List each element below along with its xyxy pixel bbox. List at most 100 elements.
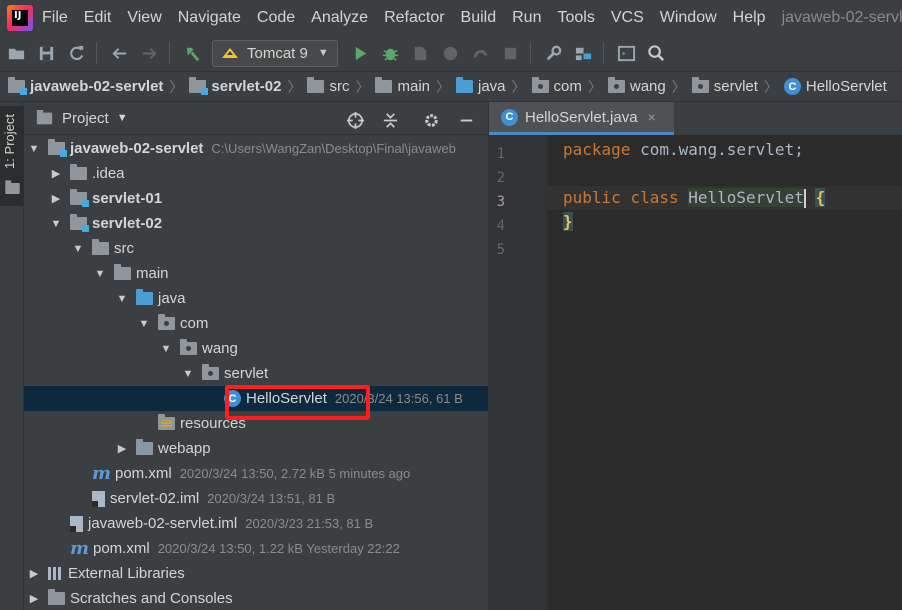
attach-icon[interactable] — [467, 40, 494, 67]
hide-minus-icon[interactable] — [453, 107, 480, 134]
menu-analyze[interactable]: Analyze — [311, 9, 368, 27]
menu-run[interactable]: Run — [512, 9, 541, 27]
menu-refactor[interactable]: Refactor — [384, 9, 444, 27]
menu-help[interactable]: Help — [733, 9, 766, 27]
tree-item[interactable]: ▼ src — [24, 236, 488, 261]
tree-node-icon-wrap: m — [70, 538, 89, 559]
menu-navigate[interactable]: Navigate — [178, 9, 241, 27]
breadcrumb-item[interactable]: java — [456, 77, 506, 95]
breadcrumb-item[interactable]: javaweb-02-servlet — [8, 77, 163, 95]
coverage-icon[interactable] — [407, 40, 434, 67]
sync-icon[interactable] — [63, 40, 90, 67]
tree-item[interactable]: m pom.xml 2020/3/24 13:50, 1.22 kB Yesterd… — [24, 536, 488, 561]
project-structure-icon[interactable] — [570, 40, 597, 67]
code-line[interactable] — [547, 162, 902, 186]
tree-node-icon-wrap — [136, 439, 153, 455]
close-icon[interactable]: × — [648, 109, 656, 125]
code-line[interactable]: } — [547, 210, 902, 234]
expand-down-icon[interactable]: ▼ — [116, 293, 128, 305]
save-icon[interactable] — [33, 40, 60, 67]
code-token: package — [563, 140, 631, 159]
breadcrumb-item[interactable]: com — [531, 77, 582, 95]
locate-target-icon[interactable] — [342, 107, 369, 134]
class-icon: C — [501, 108, 518, 126]
expand-right-icon[interactable]: ▶ — [28, 567, 40, 580]
breadcrumb-item[interactable]: src — [307, 77, 349, 95]
menu-build[interactable]: Build — [461, 9, 497, 27]
menu-tools[interactable]: Tools — [557, 9, 594, 27]
breadcrumb-separator: 〉 — [287, 78, 302, 95]
breadcrumb-item[interactable]: servlet-02 — [189, 77, 281, 95]
tree-item[interactable]: ▼ com — [24, 311, 488, 336]
breadcrumb-item[interactable]: wang — [607, 77, 666, 95]
breadcrumb-item[interactable]: C HelloServlet — [783, 78, 887, 95]
tree-item[interactable]: javaweb-02-servlet.iml 2020/3/23 21:53, 8… — [24, 511, 488, 536]
code-line[interactable]: public class HelloServlet { — [547, 186, 902, 210]
tree-item[interactable]: ▶ webapp — [24, 436, 488, 461]
menu-view[interactable]: View — [127, 9, 161, 27]
profile-icon[interactable] — [437, 40, 464, 67]
menu-edit[interactable]: Edit — [84, 9, 112, 27]
terminal-icon[interactable] — [613, 40, 640, 67]
breadcrumb-item[interactable]: main — [375, 77, 430, 95]
expand-down-icon[interactable]: ▼ — [28, 143, 40, 155]
gear-icon[interactable] — [418, 107, 445, 134]
tree-item[interactable]: ▼ servlet-02 — [24, 211, 488, 236]
expand-down-icon[interactable]: ▼ — [160, 343, 172, 355]
code-editor[interactable]: package com.wang.servlet; public class He… — [547, 135, 902, 610]
project-tool-tab[interactable]: 1: Project — [0, 106, 24, 206]
code-line[interactable]: package com.wang.servlet; — [547, 138, 902, 162]
tree-item[interactable]: ▶ External Libraries — [24, 561, 488, 586]
package-folder-icon — [180, 339, 197, 355]
collapse-all-icon[interactable] — [377, 107, 404, 134]
menu-window[interactable]: Window — [660, 9, 717, 27]
wrench-icon[interactable] — [540, 40, 567, 67]
tree-item[interactable]: m pom.xml 2020/3/24 13:50, 2.72 kB 5 minut… — [24, 461, 488, 486]
folder-icon — [307, 77, 325, 93]
run-config-dropdown[interactable]: Tomcat 9 ▼ — [212, 39, 338, 67]
tree-item[interactable]: ▶ Scratches and Consoles — [24, 586, 488, 610]
tree-item[interactable]: ▶ .idea — [24, 161, 488, 186]
project-view-selector[interactable]: Project — [62, 110, 109, 127]
breadcrumb-separator: 〉 — [436, 78, 450, 95]
expand-right-icon[interactable]: ▶ — [50, 167, 62, 180]
tree-item[interactable]: ▶ servlet-01 — [24, 186, 488, 211]
menu-vcs[interactable]: VCS — [611, 9, 644, 27]
tree-item[interactable]: ▼ main — [24, 261, 488, 286]
forward-arrow-icon[interactable] — [136, 40, 163, 67]
code-line[interactable] — [547, 234, 902, 258]
menu-code[interactable]: Code — [257, 9, 295, 27]
run-icon[interactable] — [347, 40, 374, 67]
tree-node-icon-wrap — [48, 589, 65, 605]
line-number: 2 — [496, 170, 505, 186]
breadcrumb-item[interactable]: servlet — [691, 77, 758, 95]
build-hammer-icon[interactable] — [179, 40, 206, 67]
expand-down-icon[interactable]: ▼ — [182, 368, 194, 380]
expand-down-icon[interactable]: ▼ — [50, 218, 62, 230]
editor-tab-helloservlet[interactable]: C HelloServlet.java × — [489, 102, 674, 135]
expand-right-icon[interactable]: ▶ — [116, 442, 128, 455]
line-number: 3 — [496, 194, 505, 210]
tree-item[interactable]: ▼ java — [24, 286, 488, 311]
tree-item[interactable]: servlet-02.iml 2020/3/24 13:51, 81 B — [24, 486, 488, 511]
search-icon[interactable] — [643, 40, 670, 67]
expand-right-icon[interactable]: ▶ — [28, 592, 40, 605]
tomcat-icon — [222, 48, 238, 58]
menu-file[interactable]: File — [42, 9, 68, 27]
stop-icon[interactable] — [497, 40, 524, 67]
expand-right-icon[interactable]: ▶ — [50, 192, 62, 205]
tree-item[interactable]: ▼ wang — [24, 336, 488, 361]
folder-icon — [36, 109, 53, 124]
expand-down-icon[interactable]: ▼ — [138, 318, 150, 330]
expand-down-icon[interactable]: ▼ — [94, 268, 106, 280]
tree-item[interactable]: ▼ servlet — [24, 361, 488, 386]
back-arrow-icon[interactable] — [106, 40, 133, 67]
run-config-label: Tomcat 9 — [247, 44, 308, 62]
tree-node-icon-wrap — [92, 490, 105, 507]
chevron-down-icon[interactable]: ▼ — [117, 112, 128, 124]
tree-item[interactable]: ▼ javaweb-02-servlet C:\Users\WangZan\Desk… — [24, 136, 488, 161]
tree-node-icon-wrap — [70, 515, 83, 532]
expand-down-icon[interactable]: ▼ — [72, 243, 84, 255]
debug-bug-icon[interactable] — [377, 40, 404, 67]
folder-open-icon[interactable] — [3, 40, 30, 67]
